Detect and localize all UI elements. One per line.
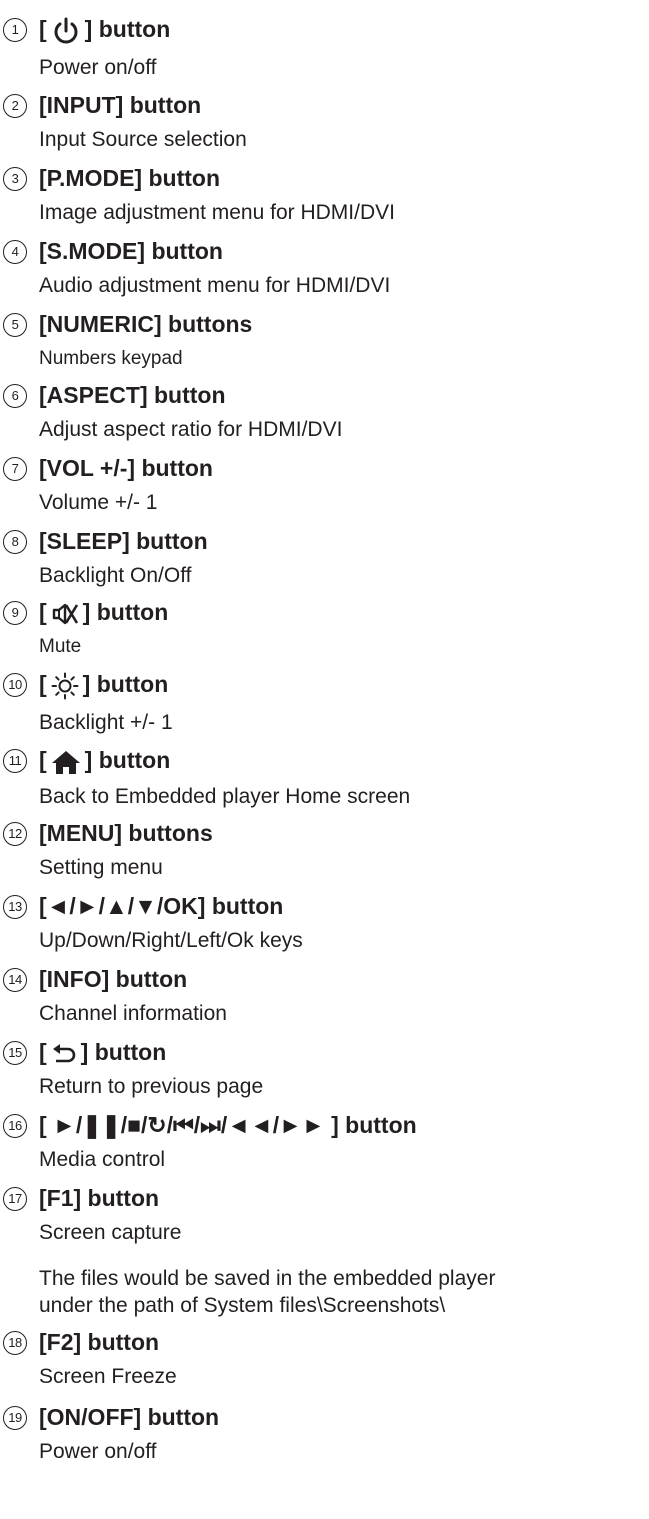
item-number: 3 (3, 167, 27, 191)
item-description: Setting menu (39, 856, 163, 879)
item-description: Image adjustment menu for HDMI/DVI (39, 201, 395, 224)
item-title: [ ►/❚❚/■/↻/⏮/⏭/◄◄/►► ] button (39, 1112, 417, 1138)
item-description: Power on/off (39, 56, 157, 79)
power-icon (51, 16, 81, 46)
item-number: 15 (3, 1041, 27, 1065)
item-description: Screen capture (39, 1221, 182, 1244)
item-number: 5 (3, 313, 27, 337)
item-description: Backlight +/- 1 (39, 711, 173, 734)
item-title: [F1] button (39, 1185, 160, 1211)
home-icon (51, 749, 81, 775)
item-title: [SLEEP] button (39, 528, 208, 554)
item-number: 8 (3, 530, 27, 554)
item-description: Adjust aspect ratio for HDMI/DVI (39, 418, 343, 441)
item-description: Back to Embedded player Home screen (39, 785, 411, 808)
item-title: [◄/►/▲/▼/OK] button (39, 893, 284, 919)
brightness-icon (51, 672, 79, 700)
item-description: Screen Freeze (39, 1365, 177, 1388)
item-number: 4 (3, 240, 27, 264)
item-title: [] button (39, 14, 170, 46)
item-number: 2 (3, 94, 27, 118)
item-number: 6 (3, 384, 27, 408)
item-description: Channel information (39, 1002, 227, 1025)
mute-icon (51, 601, 79, 627)
return-icon (51, 1043, 77, 1065)
item-number: 9 (3, 601, 27, 625)
item-number: 19 (3, 1406, 27, 1430)
item-number: 13 (3, 895, 27, 919)
item-number: 16 (3, 1114, 27, 1138)
item-title: [] button (39, 669, 168, 700)
item-title: [S.MODE] button (39, 238, 223, 264)
item-description: Backlight On/Off (39, 564, 192, 587)
item-description: Audio adjustment menu for HDMI/DVI (39, 274, 391, 297)
item-title: [] button (39, 599, 169, 627)
item-description: Numbers keypad (39, 348, 183, 369)
item-title: [INPUT] button (39, 92, 202, 118)
item-description: Media control (39, 1148, 166, 1171)
item-description: Up/Down/Right/Left/Ok keys (39, 929, 303, 952)
item-title: [F2] button (39, 1329, 160, 1355)
item-title: [ASPECT] button (39, 382, 226, 408)
item-number: 18 (3, 1331, 27, 1355)
item-title: [MENU] buttons (39, 820, 213, 846)
item-description: Mute (39, 636, 82, 657)
item-note: The files would be saved in the embedded… (39, 1267, 496, 1290)
item-number: 1 (3, 18, 27, 42)
item-title: [NUMERIC] buttons (39, 311, 253, 337)
item-note: under the path of System files\Screensho… (39, 1294, 446, 1317)
item-number: 10 (3, 673, 27, 697)
item-title: [] button (39, 747, 171, 775)
item-description: Power on/off (39, 1440, 157, 1463)
item-number: 17 (3, 1187, 27, 1211)
item-title: [P.MODE] button (39, 165, 220, 191)
item-title: [INFO] button (39, 966, 188, 992)
item-description: Return to previous page (39, 1075, 264, 1098)
item-number: 11 (3, 749, 27, 773)
item-title: [] button (39, 1039, 167, 1065)
item-description: Volume +/- 1 (39, 491, 158, 514)
item-number: 14 (3, 968, 27, 992)
item-description: Input Source selection (39, 128, 247, 151)
item-title: [ON/OFF] button (39, 1404, 220, 1430)
item-title: [VOL +/-] button (39, 455, 213, 481)
item-number: 12 (3, 822, 27, 846)
item-number: 7 (3, 457, 27, 481)
